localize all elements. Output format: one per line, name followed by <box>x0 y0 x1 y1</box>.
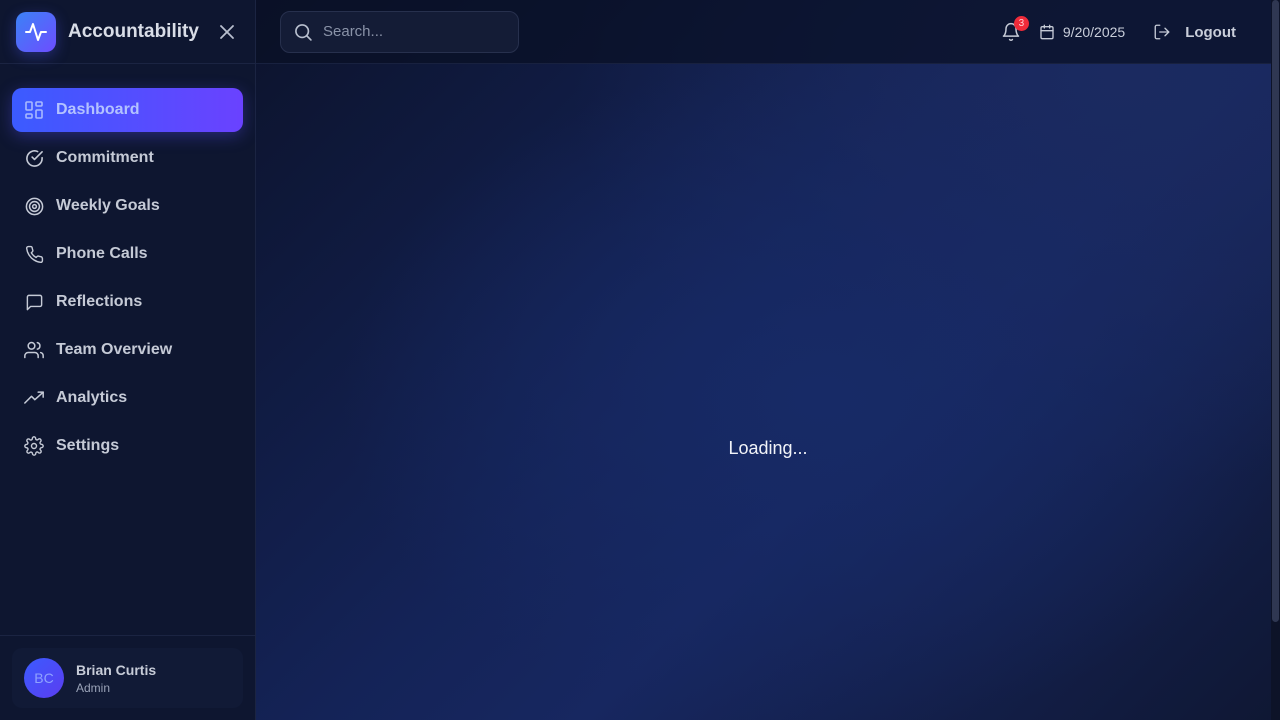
sidebar-item-label: Analytics <box>56 389 128 406</box>
calendar-icon <box>1040 24 1054 40</box>
dashboard-grid-icon <box>24 100 44 120</box>
sidebar-item-phone-calls[interactable]: Phone Calls <box>12 232 243 276</box>
sidebar-item-label: Reflections <box>56 293 143 310</box>
user-profile-section: BC Brian Curtis Admin <box>0 635 255 720</box>
search-input[interactable] <box>323 23 503 40</box>
activity-logo-icon <box>16 11 56 52</box>
chat-bubble-icon <box>24 292 44 312</box>
app-root: Accountability Dashboard Commitment Week… <box>0 0 1280 720</box>
top-bar-actions: 3 9/20/2025 Logout <box>1001 0 1236 64</box>
sidebar-nav: Dashboard Commitment Weekly Goals Phone … <box>0 64 255 468</box>
user-role: Admin <box>76 680 111 695</box>
phone-icon <box>24 244 44 264</box>
notifications-button[interactable]: 3 <box>1001 16 1029 42</box>
sidebar-item-label: Phone Calls <box>56 245 148 262</box>
logout-label: Logout <box>1185 23 1236 41</box>
notification-count-badge: 3 <box>1013 16 1029 31</box>
sidebar-item-label: Team Overview <box>56 341 173 358</box>
user-name: Brian Curtis <box>76 661 157 678</box>
sidebar-item-reflections[interactable]: Reflections <box>12 280 243 324</box>
user-profile-card[interactable]: BC Brian Curtis Admin <box>12 648 243 708</box>
sidebar-item-label: Commitment <box>56 149 154 166</box>
brand-name: Accountability <box>68 20 199 42</box>
close-icon <box>220 25 234 39</box>
check-circle-icon <box>24 148 44 168</box>
trending-up-icon <box>24 388 44 408</box>
sidebar-item-label: Dashboard <box>56 101 140 118</box>
sidebar-item-label: Weekly Goals <box>56 197 160 214</box>
scrollbar-thumb[interactable] <box>1272 0 1279 622</box>
target-icon <box>24 196 44 216</box>
scrollbar-track[interactable] <box>1271 0 1280 720</box>
main-content: 3 9/20/2025 <box>256 0 1280 720</box>
sidebar-item-dashboard[interactable]: Dashboard <box>12 88 243 132</box>
sidebar-item-analytics[interactable]: Analytics <box>12 376 243 420</box>
users-icon <box>24 340 44 360</box>
gear-icon <box>24 436 44 456</box>
search-icon <box>295 23 312 41</box>
loading-indicator: Loading... <box>728 438 808 458</box>
current-date: 9/20/2025 <box>1039 24 1125 40</box>
avatar: BC <box>24 658 64 698</box>
user-meta: Brian Curtis Admin <box>76 662 156 695</box>
brand-header: Accountability <box>0 0 255 64</box>
sidebar-item-weekly-goals[interactable]: Weekly Goals <box>12 184 243 228</box>
sidebar-item-label: Settings <box>56 437 120 454</box>
sidebar-item-commitment[interactable]: Commitment <box>12 136 243 180</box>
search-box[interactable] <box>280 10 519 53</box>
top-bar: 3 9/20/2025 <box>256 0 1280 64</box>
logout-icon <box>1154 24 1170 40</box>
logout-button[interactable]: Logout <box>1153 23 1236 41</box>
close-sidebar-button[interactable] <box>217 22 237 42</box>
sidebar-item-settings[interactable]: Settings <box>12 424 243 468</box>
sidebar: Accountability Dashboard Commitment Week… <box>0 0 256 720</box>
date-text: 9/20/2025 <box>1062 24 1126 40</box>
sidebar-item-team-overview[interactable]: Team Overview <box>12 328 243 372</box>
